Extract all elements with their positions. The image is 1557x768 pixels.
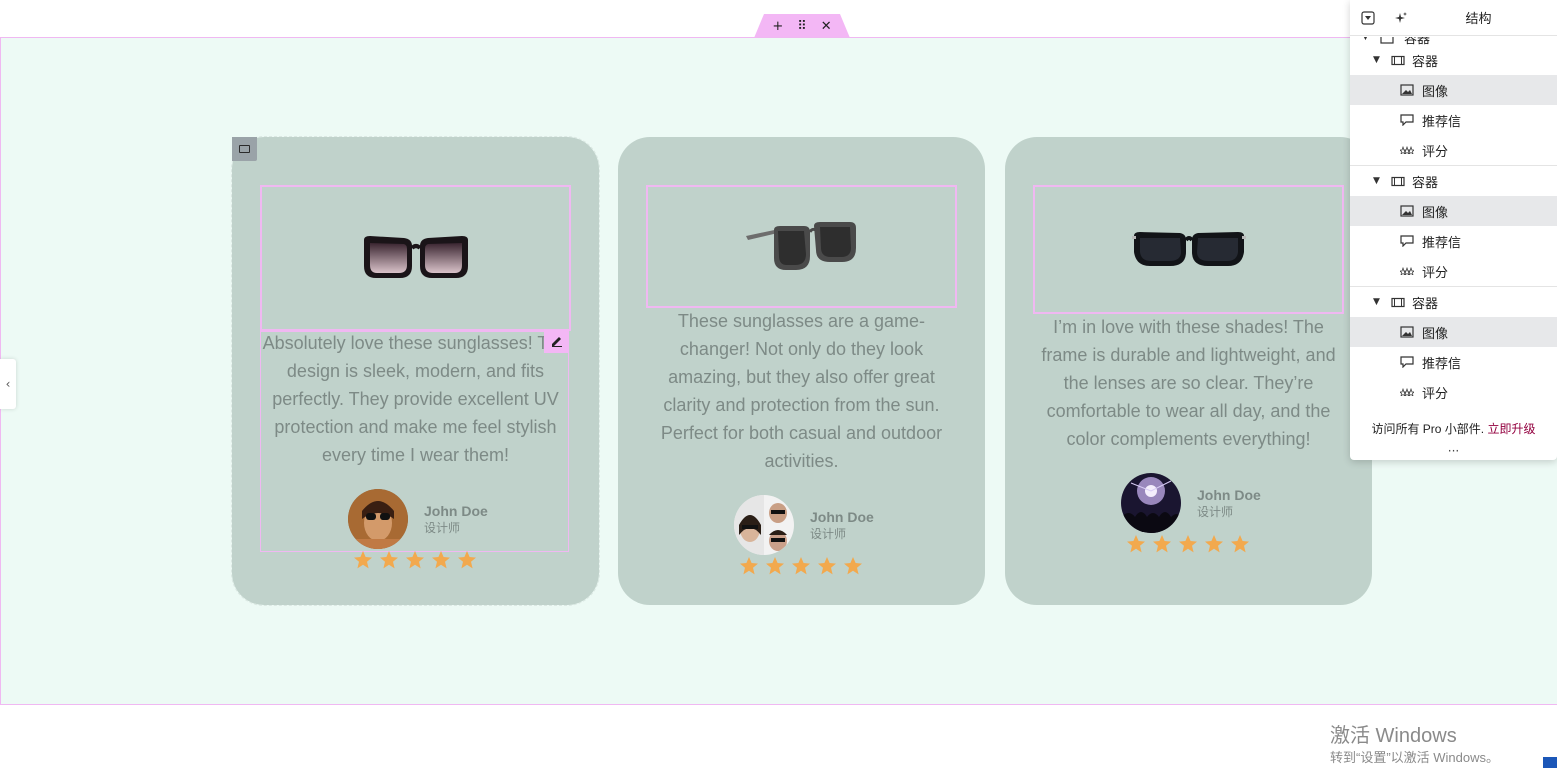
- sunglasses-image: [363, 236, 468, 278]
- star-icon: [766, 557, 784, 575]
- tree-item-container[interactable]: ▼ 容器: [1350, 37, 1557, 45]
- image-icon: [1400, 84, 1414, 96]
- tree-item-rating[interactable]: 评分: [1350, 135, 1557, 165]
- tree-item-testimonial[interactable]: 推荐信: [1350, 105, 1557, 135]
- sunglasses-image: [745, 221, 856, 270]
- tree-item-testimonial[interactable]: 推荐信: [1350, 347, 1557, 377]
- product-image-frame[interactable]: [646, 185, 957, 308]
- testimonial-author: John Doe 设计师: [1121, 473, 1261, 533]
- add-section-button[interactable]: +: [772, 20, 783, 33]
- review-text: Absolutely love these sunglasses! The de…: [262, 333, 569, 465]
- editor-canvas: + ⠿ ✕ ‹ Absolutely love these sunglasses…: [0, 0, 1557, 768]
- author-role: 设计师: [1197, 505, 1234, 519]
- rating-stars-icon: [1400, 386, 1414, 398]
- star-icon: [458, 551, 476, 569]
- testimonial-card[interactable]: These sunglasses are a game-changer! Not…: [618, 137, 985, 605]
- delete-section-button[interactable]: ✕: [821, 20, 832, 33]
- panel-collapse-toggle[interactable]: ‹: [0, 359, 16, 409]
- comment-icon: [1400, 114, 1414, 126]
- image-icon: [1400, 205, 1414, 217]
- caret-down-icon[interactable]: ▼: [1373, 297, 1380, 307]
- upgrade-link[interactable]: 立即升级: [1488, 422, 1536, 436]
- image-icon: [1400, 326, 1414, 338]
- star-icon: [432, 551, 450, 569]
- avatar: [348, 489, 408, 549]
- rating-stars-icon: [1400, 144, 1414, 156]
- tree-item-container[interactable]: ▼ 容器: [1350, 287, 1557, 317]
- container-icon: [1391, 54, 1405, 66]
- sunglasses-image: [1131, 231, 1246, 266]
- avatar: [734, 495, 794, 555]
- author-role: 设计师: [810, 527, 847, 541]
- caret-down-icon[interactable]: ▼: [1373, 176, 1380, 186]
- drag-section-handle[interactable]: ⠿: [797, 20, 807, 33]
- rating-stars-icon: [1400, 265, 1414, 277]
- tree-item-image[interactable]: 图像: [1350, 75, 1557, 105]
- taskbar-corner: [1543, 757, 1557, 768]
- tree-item-rating[interactable]: 评分: [1350, 256, 1557, 286]
- container-icon: [239, 145, 250, 153]
- product-image-frame[interactable]: [1033, 185, 1344, 314]
- caret-down-icon[interactable]: ▼: [1373, 55, 1380, 65]
- tree-item-image[interactable]: 图像: [1350, 196, 1557, 226]
- star-icon: [844, 557, 862, 575]
- section-toolbar: + ⠿ ✕: [754, 14, 850, 38]
- star-icon: [740, 557, 758, 575]
- author-name: John Doe: [1197, 487, 1261, 503]
- review-text: These sunglasses are a game-changer! Not…: [660, 311, 943, 471]
- windows-activation-watermark: 激活 Windows 转到“设置”以激活 Windows。: [1330, 723, 1499, 767]
- edit-widget-button[interactable]: [544, 329, 569, 353]
- watermark-subtitle: 转到“设置”以激活 Windows。: [1330, 750, 1500, 765]
- star-icon: [1205, 535, 1223, 553]
- testimonial-card[interactable]: Absolutely love these sunglasses! The de…: [231, 136, 600, 606]
- navigator-tree: ▼ 容器 ▼ 容器 图像 推荐信 评分 ▼ 容器 图像 推荐信 评分 ▼ 容器 …: [1350, 37, 1557, 407]
- star-icon: [380, 551, 398, 569]
- pencil-icon: [551, 337, 562, 347]
- watermark-title: 激活 Windows: [1330, 725, 1457, 747]
- comment-icon: [1400, 235, 1414, 247]
- tree-item-rating[interactable]: 评分: [1350, 377, 1557, 407]
- testimonial-card[interactable]: I’m in love with these shades! The frame…: [1005, 137, 1372, 605]
- tree-item-testimonial[interactable]: 推荐信: [1350, 226, 1557, 256]
- star-icon: [1231, 535, 1249, 553]
- tree-item-image[interactable]: 图像: [1350, 317, 1557, 347]
- container-icon: [1391, 175, 1405, 187]
- pro-promo-text: 访问所有 Pro 小部件.: [1371, 422, 1485, 436]
- container-handle[interactable]: [232, 137, 257, 161]
- container-icon: [1391, 296, 1405, 308]
- star-rating: [353, 550, 477, 570]
- star-icon: [792, 557, 810, 575]
- tree-item-container[interactable]: ▼ 容器: [1350, 166, 1557, 196]
- star-icon: [354, 551, 372, 569]
- star-icon: [406, 551, 424, 569]
- navigator-header: 结构: [1350, 0, 1557, 36]
- avatar: [1121, 473, 1181, 533]
- navigator-more-handle[interactable]: ···: [1350, 444, 1557, 458]
- tree-item-container[interactable]: ▼ 容器: [1350, 45, 1557, 75]
- testimonial-author: John Doe 设计师: [734, 495, 874, 555]
- pro-promo: 访问所有 Pro 小部件. 立即升级: [1350, 420, 1557, 437]
- star-icon: [1179, 535, 1197, 553]
- structure-navigator-panel: 结构 ▼ 容器 ▼ 容器 图像 推荐信 评分 ▼ 容器 图像 推荐信 评分 ▼ …: [1350, 0, 1557, 460]
- comment-icon: [1400, 356, 1414, 368]
- star-icon: [1153, 535, 1171, 553]
- star-icon: [1127, 535, 1145, 553]
- review-text: I’m in love with these shades! The frame…: [1041, 317, 1336, 449]
- star-rating: [1126, 534, 1250, 554]
- star-icon: [818, 557, 836, 575]
- testimonial-author: John Doe 设计师: [348, 489, 488, 549]
- author-role: 设计师: [424, 521, 461, 535]
- author-name: John Doe: [810, 509, 874, 525]
- star-rating: [739, 556, 863, 576]
- author-name: John Doe: [424, 503, 488, 519]
- navigator-title: 结构: [1465, 11, 1492, 26]
- product-image-frame[interactable]: [260, 185, 571, 331]
